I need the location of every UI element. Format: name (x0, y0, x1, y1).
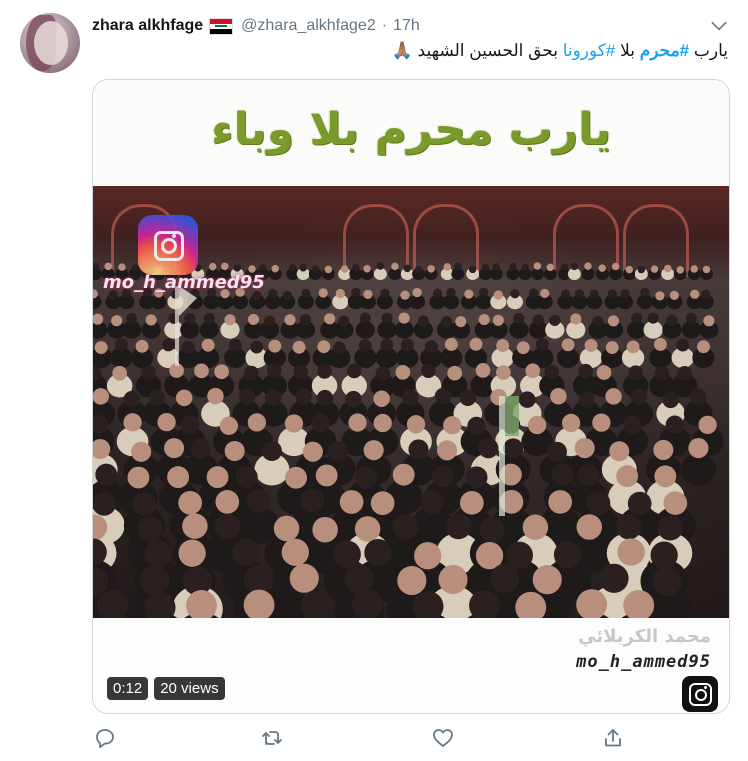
reply-icon[interactable] (93, 726, 117, 750)
video-title-band: يارب محرم بلا وباء (93, 80, 729, 186)
avatar[interactable] (20, 13, 80, 73)
tweet-text-part: بلا (615, 41, 640, 60)
view-count: 20 views (154, 677, 225, 700)
video-title-overlay: يارب محرم بلا وباء (211, 104, 611, 155)
pray-emoji: 🙏🏽 (391, 41, 413, 60)
watermark-top: mo_h_ammed95 (103, 272, 265, 293)
tweet-time[interactable]: 17h (393, 17, 420, 35)
crowd-image (93, 262, 724, 618)
author-name[interactable]: zhara alkhfage (92, 17, 203, 35)
hashtag-muharram[interactable]: #محرم (640, 41, 689, 60)
iraq-flag-icon (209, 17, 234, 35)
share-icon[interactable] (601, 726, 625, 750)
heart-icon[interactable] (431, 726, 455, 750)
avatar-face (34, 21, 68, 65)
author-handle[interactable]: @zhara_alkhfage2 (241, 17, 376, 35)
tweet-text-part: بحق الحسين الشهيد (412, 41, 563, 60)
chevron-down-icon[interactable] (709, 16, 729, 36)
tweet-text-part: يارب (689, 41, 728, 60)
retweet-icon[interactable] (260, 726, 284, 750)
video-frame: mo_h_ammed95 (93, 186, 729, 618)
hashtag-link[interactable]: #محرم (640, 41, 689, 60)
watermark-handle: mo_h_ammed95 (576, 652, 711, 672)
watermark-arabic: محمد الكربلائي (578, 626, 711, 647)
video-player[interactable]: يارب محرم بلا وباء mo_h_ammed95 محمد الك… (92, 79, 730, 714)
instagram-icon (138, 215, 198, 275)
tweet-actions (0, 726, 748, 752)
video-duration: 0:12 (107, 677, 149, 700)
video-overlay-badges: 0:12 20 views (107, 677, 225, 700)
hashtag-corona[interactable]: #كورونا (563, 41, 616, 60)
tweet-header: zhara alkhfage @zhara_alkhfage2 · 17h (92, 15, 420, 37)
instagram-icon (682, 676, 718, 712)
tweet-text: يارب #محرم بلا #كورونا بحق الحسين الشهيد… (392, 41, 728, 61)
separator: · (381, 17, 388, 34)
